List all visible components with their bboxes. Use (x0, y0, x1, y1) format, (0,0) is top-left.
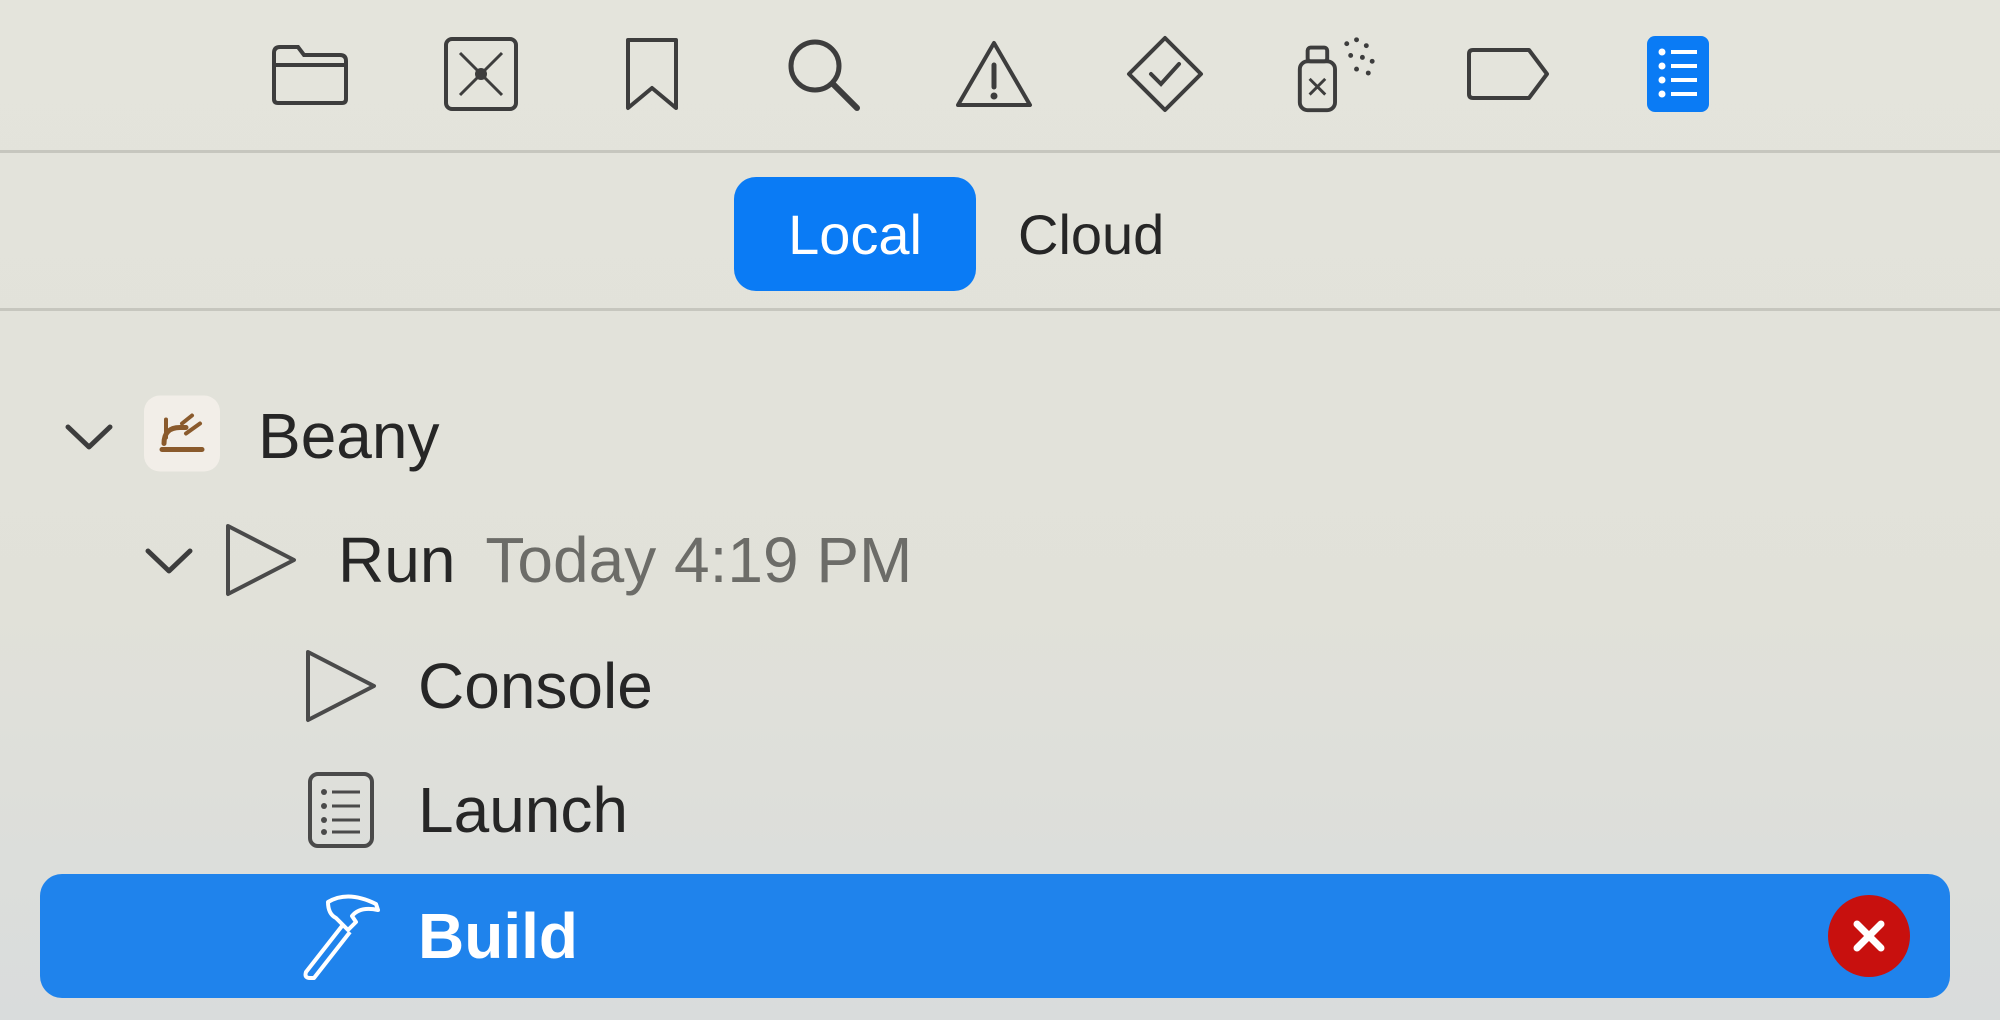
report-list-icon (1647, 36, 1709, 112)
breakpoint-tag-icon (1467, 48, 1549, 100)
tree-row-launch[interactable]: Launch (0, 748, 2000, 872)
scope-segmented-control: Local Cloud (734, 176, 1184, 292)
folder-icon (272, 45, 348, 105)
tree-row-console[interactable]: Console (0, 624, 2000, 748)
debug-spray-icon (1297, 37, 1375, 113)
find-navigator-button[interactable] (779, 30, 867, 118)
run-label-group: Run Today 4:19 PM (338, 523, 912, 597)
error-badge-icon (1828, 895, 1910, 977)
test-navigator-button[interactable] (1121, 30, 1209, 118)
search-icon (788, 39, 860, 111)
play-icon (306, 650, 376, 722)
console-label: Console (418, 650, 653, 722)
project-navigator-button[interactable] (266, 30, 354, 118)
issue-navigator-button[interactable] (950, 30, 1038, 118)
play-icon (226, 524, 296, 596)
log-document-icon (308, 772, 374, 848)
warning-icon (956, 41, 1032, 107)
source-control-icon (444, 37, 518, 111)
tree-row-run[interactable]: Run Today 4:19 PM (0, 498, 2000, 622)
bookmark-navigator-button[interactable] (608, 30, 696, 118)
launch-label: Launch (418, 774, 628, 846)
toolbar-divider (0, 150, 2000, 153)
breakpoint-navigator-button[interactable] (1463, 30, 1551, 118)
report-navigator: Local Cloud Beany Run Today 4:19 PM Cons… (0, 0, 2000, 1020)
debug-navigator-button[interactable] (1292, 30, 1380, 118)
local-segment[interactable]: Local (734, 177, 976, 291)
hammer-icon (303, 894, 380, 980)
build-label: Build (418, 900, 578, 972)
navigator-toolbar (0, 0, 2000, 150)
project-label: Beany (258, 400, 440, 472)
test-diamond-icon (1127, 36, 1203, 112)
chevron-down-icon[interactable] (144, 545, 194, 575)
tree-row-project[interactable]: Beany (0, 374, 2000, 498)
chevron-down-icon[interactable] (64, 421, 114, 451)
source-control-navigator-button[interactable] (437, 30, 525, 118)
bookmark-icon (626, 38, 678, 110)
run-label: Run (338, 524, 456, 596)
run-timestamp: Today 4:19 PM (485, 524, 913, 596)
app-icon (142, 394, 222, 479)
cloud-segment[interactable]: Cloud (998, 177, 1184, 291)
tree-row-build[interactable]: Build (40, 874, 1950, 998)
report-navigator-button[interactable] (1634, 30, 1722, 118)
segment-divider (0, 308, 2000, 311)
